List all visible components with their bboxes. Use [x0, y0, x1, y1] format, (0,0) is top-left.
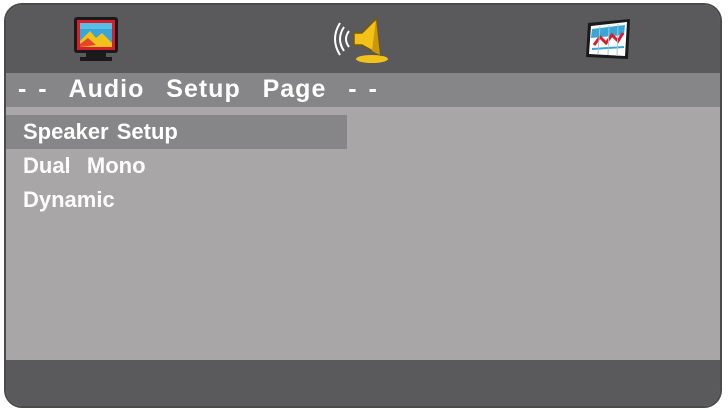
page-title: - - Audio Setup Page - -	[18, 75, 378, 103]
menu-item-dual-mono[interactable]: Dual Mono	[6, 149, 720, 183]
chart-icon[interactable]	[578, 11, 638, 67]
menu-item-speaker-setup[interactable]: Speaker Setup	[6, 115, 347, 149]
speaker-icon[interactable]	[332, 11, 392, 67]
osd-window: - - Audio Setup Page - - Speaker Setup D…	[4, 3, 722, 408]
status-bar	[6, 360, 720, 406]
page-title-bar: - - Audio Setup Page - -	[6, 73, 720, 107]
menu-list: Speaker Setup Dual Mono Dynamic	[6, 115, 720, 217]
tab-bar	[6, 5, 720, 73]
menu-item-dynamic[interactable]: Dynamic	[6, 183, 720, 217]
tv-icon[interactable]	[66, 11, 126, 67]
